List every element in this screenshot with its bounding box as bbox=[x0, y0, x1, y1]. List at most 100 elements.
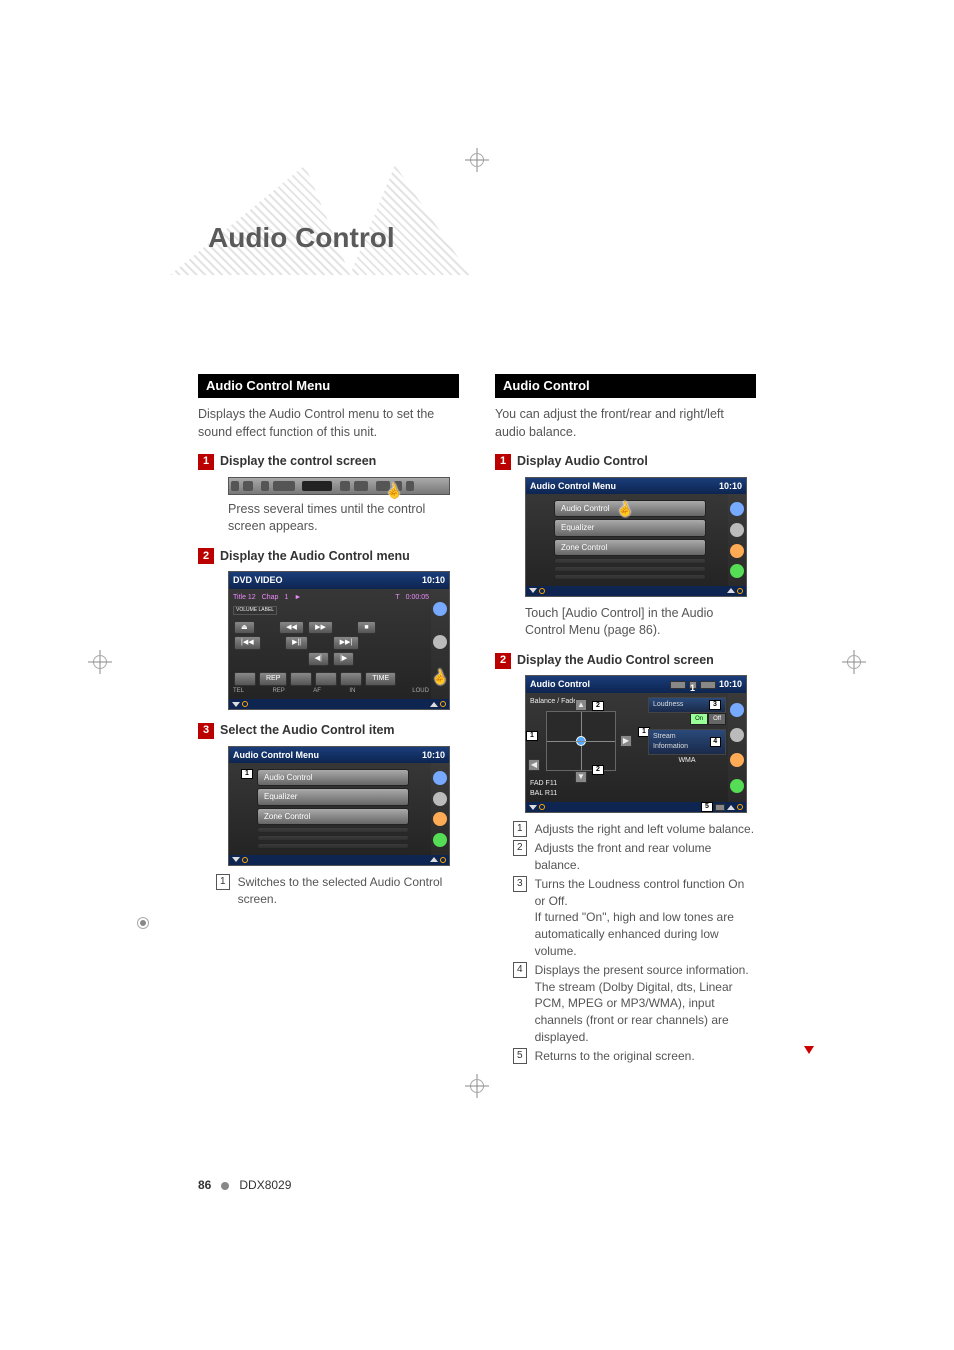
fad-value: FAD F11 bbox=[530, 779, 644, 789]
crop-mark-right bbox=[842, 650, 866, 674]
stream-value: WMA bbox=[648, 756, 726, 766]
arrow-right-icon: ▶ bbox=[620, 735, 632, 747]
ss-elapsed: 0:00:05 bbox=[406, 593, 429, 603]
hand-pointer-icon: ☝ bbox=[431, 668, 449, 686]
section-bar-right: Audio Control bbox=[495, 374, 756, 398]
model-name: DDX8029 bbox=[239, 1177, 291, 1194]
hand-pointer-icon: ☝ bbox=[385, 482, 403, 500]
right-note1: Touch [Audio Control] in the Audio Contr… bbox=[525, 605, 756, 640]
callout-box: 2 bbox=[513, 840, 527, 856]
menu-item-blank bbox=[554, 566, 706, 572]
right-column: Audio Control You can adjust the front/r… bbox=[495, 374, 756, 1066]
ss-blank-btn bbox=[234, 672, 256, 686]
left-column: Audio Control Menu Displays the Audio Co… bbox=[198, 374, 459, 1066]
loud-off: Off bbox=[708, 713, 726, 725]
left-step1-note: Press several times until the control sc… bbox=[228, 501, 459, 536]
side-tools-icon bbox=[433, 792, 447, 806]
page-number: 86 bbox=[198, 1177, 211, 1194]
ss-btn-stepb: ◀| bbox=[308, 652, 329, 666]
right-step2: 2 Display the Audio Control screen bbox=[495, 652, 756, 670]
return-icon bbox=[715, 804, 725, 811]
left-intro: Displays the Audio Control menu to set t… bbox=[198, 406, 459, 441]
page-footer: 86 DDX8029 bbox=[198, 1177, 291, 1194]
audio-menu-screenshot-left: Audio Control Menu 10:10 1 Audio Control… bbox=[228, 746, 450, 866]
ss-volume-label: VOLUME LABEL bbox=[233, 606, 277, 615]
dvd-video-screenshot: DVD VIDEO 10:10 Title 12 Chap 1 ► T 0:00… bbox=[228, 571, 450, 710]
right-callout-3-text: Turns the Loudness control function On o… bbox=[535, 876, 756, 960]
ss-page-indicator: 1 bbox=[689, 681, 697, 689]
audio-control-screenshot: Audio Control 1 10:10 Balance / Fader 2 … bbox=[525, 675, 747, 813]
ss-clock: 10:10 bbox=[719, 480, 742, 493]
ss-blank-btn bbox=[340, 672, 362, 686]
ss-time-t: T bbox=[395, 593, 399, 603]
ss-btn-play: ▶|| bbox=[285, 636, 308, 650]
loudness-label: Loudness bbox=[653, 700, 683, 710]
balance-position-dot bbox=[576, 736, 586, 746]
menu-item-zone-control: Zone Control bbox=[257, 808, 409, 825]
left-step1-label: Display the control screen bbox=[220, 453, 376, 471]
ss-clock: 10:10 bbox=[719, 678, 742, 691]
step-number-icon: 2 bbox=[495, 653, 511, 669]
left-callout-1-text: Switches to the selected Audio Control s… bbox=[238, 874, 459, 908]
margin-dot bbox=[138, 918, 148, 928]
side-globe-icon bbox=[730, 703, 744, 717]
right-step2-label: Display the Audio Control screen bbox=[517, 652, 714, 670]
ss-btn-next: ▶▶| bbox=[333, 636, 360, 650]
menu-item-blank bbox=[554, 558, 706, 564]
step-number-icon: 3 bbox=[198, 723, 214, 739]
menu-item-audio-control: Audio Control bbox=[257, 769, 409, 786]
loudness-block: Loudness 3 bbox=[648, 697, 726, 713]
ss-chap-label: Chap bbox=[262, 593, 279, 603]
ss-btn-prev: |◀◀ bbox=[234, 636, 261, 650]
ss-btn-stop: ■ bbox=[357, 621, 375, 635]
menu-item-blank bbox=[554, 574, 706, 580]
callout-box: 3 bbox=[513, 876, 527, 892]
arrow-left-icon: ◀ bbox=[528, 759, 540, 771]
ss-clock: 10:10 bbox=[422, 574, 445, 587]
ss-blank-btn bbox=[315, 672, 337, 686]
side-green-icon bbox=[730, 564, 744, 578]
side-globe-icon bbox=[730, 502, 744, 516]
callout-1-marker: 1 bbox=[526, 731, 538, 741]
menu-item-blank bbox=[257, 835, 409, 841]
bal-value: BAL R11 bbox=[530, 789, 644, 799]
callout-box: 5 bbox=[513, 1048, 527, 1064]
side-globe-icon bbox=[433, 771, 447, 785]
right-callout-5: 5 Returns to the original screen. bbox=[513, 1048, 756, 1065]
side-tools-icon bbox=[730, 523, 744, 537]
side-green-icon bbox=[433, 833, 447, 847]
right-step1: 1 Display Audio Control bbox=[495, 453, 756, 471]
callout-2b-marker: 2 bbox=[592, 765, 604, 775]
left-step2-label: Display the Audio Control menu bbox=[220, 548, 410, 566]
ss-tab-icon bbox=[670, 681, 686, 689]
ss-play-icon: ► bbox=[294, 593, 301, 603]
ss-tab-icon bbox=[700, 681, 716, 689]
right-callout-2-text: Adjusts the front and rear volume balanc… bbox=[535, 840, 756, 874]
stream-block: Stream Information 4 bbox=[648, 729, 726, 755]
ss-title: Audio Control Menu bbox=[233, 749, 319, 762]
arrow-down-icon: ▼ bbox=[575, 771, 587, 783]
right-callout-1: 1 Adjusts the right and left volume bala… bbox=[513, 821, 756, 838]
side-orange-icon bbox=[730, 753, 744, 767]
right-callout-2: 2 Adjusts the front and rear volume bala… bbox=[513, 840, 756, 874]
menu-item-blank bbox=[257, 827, 409, 833]
section-bar-left: Audio Control Menu bbox=[198, 374, 459, 398]
hand-pointer-icon: ☝ bbox=[616, 500, 634, 518]
loudness-toggle: On Off bbox=[690, 713, 726, 725]
callout-5-marker: 5 bbox=[701, 802, 713, 812]
content-columns: Audio Control Menu Displays the Audio Co… bbox=[198, 374, 756, 1066]
step-number-icon: 2 bbox=[198, 548, 214, 564]
side-tools-icon bbox=[730, 728, 744, 742]
crop-mark-bottom bbox=[465, 1074, 489, 1098]
right-callout-4: 4 Displays the present source informatio… bbox=[513, 962, 756, 1046]
left-step3-label: Select the Audio Control item bbox=[220, 722, 395, 740]
page-title: Audio Control bbox=[208, 218, 395, 257]
left-step2: 2 Display the Audio Control menu bbox=[198, 548, 459, 566]
ss-blank-btn bbox=[290, 672, 312, 686]
balfad-label: Balance / Fader bbox=[530, 697, 644, 707]
menu-item-equalizer: Equalizer bbox=[554, 519, 706, 536]
side-tools-icon bbox=[433, 635, 447, 649]
ss-title: Audio Control bbox=[530, 678, 590, 691]
balance-fader-grid: ▲ ▼ bbox=[546, 711, 616, 771]
left-step1: 1 Display the control screen bbox=[198, 453, 459, 471]
